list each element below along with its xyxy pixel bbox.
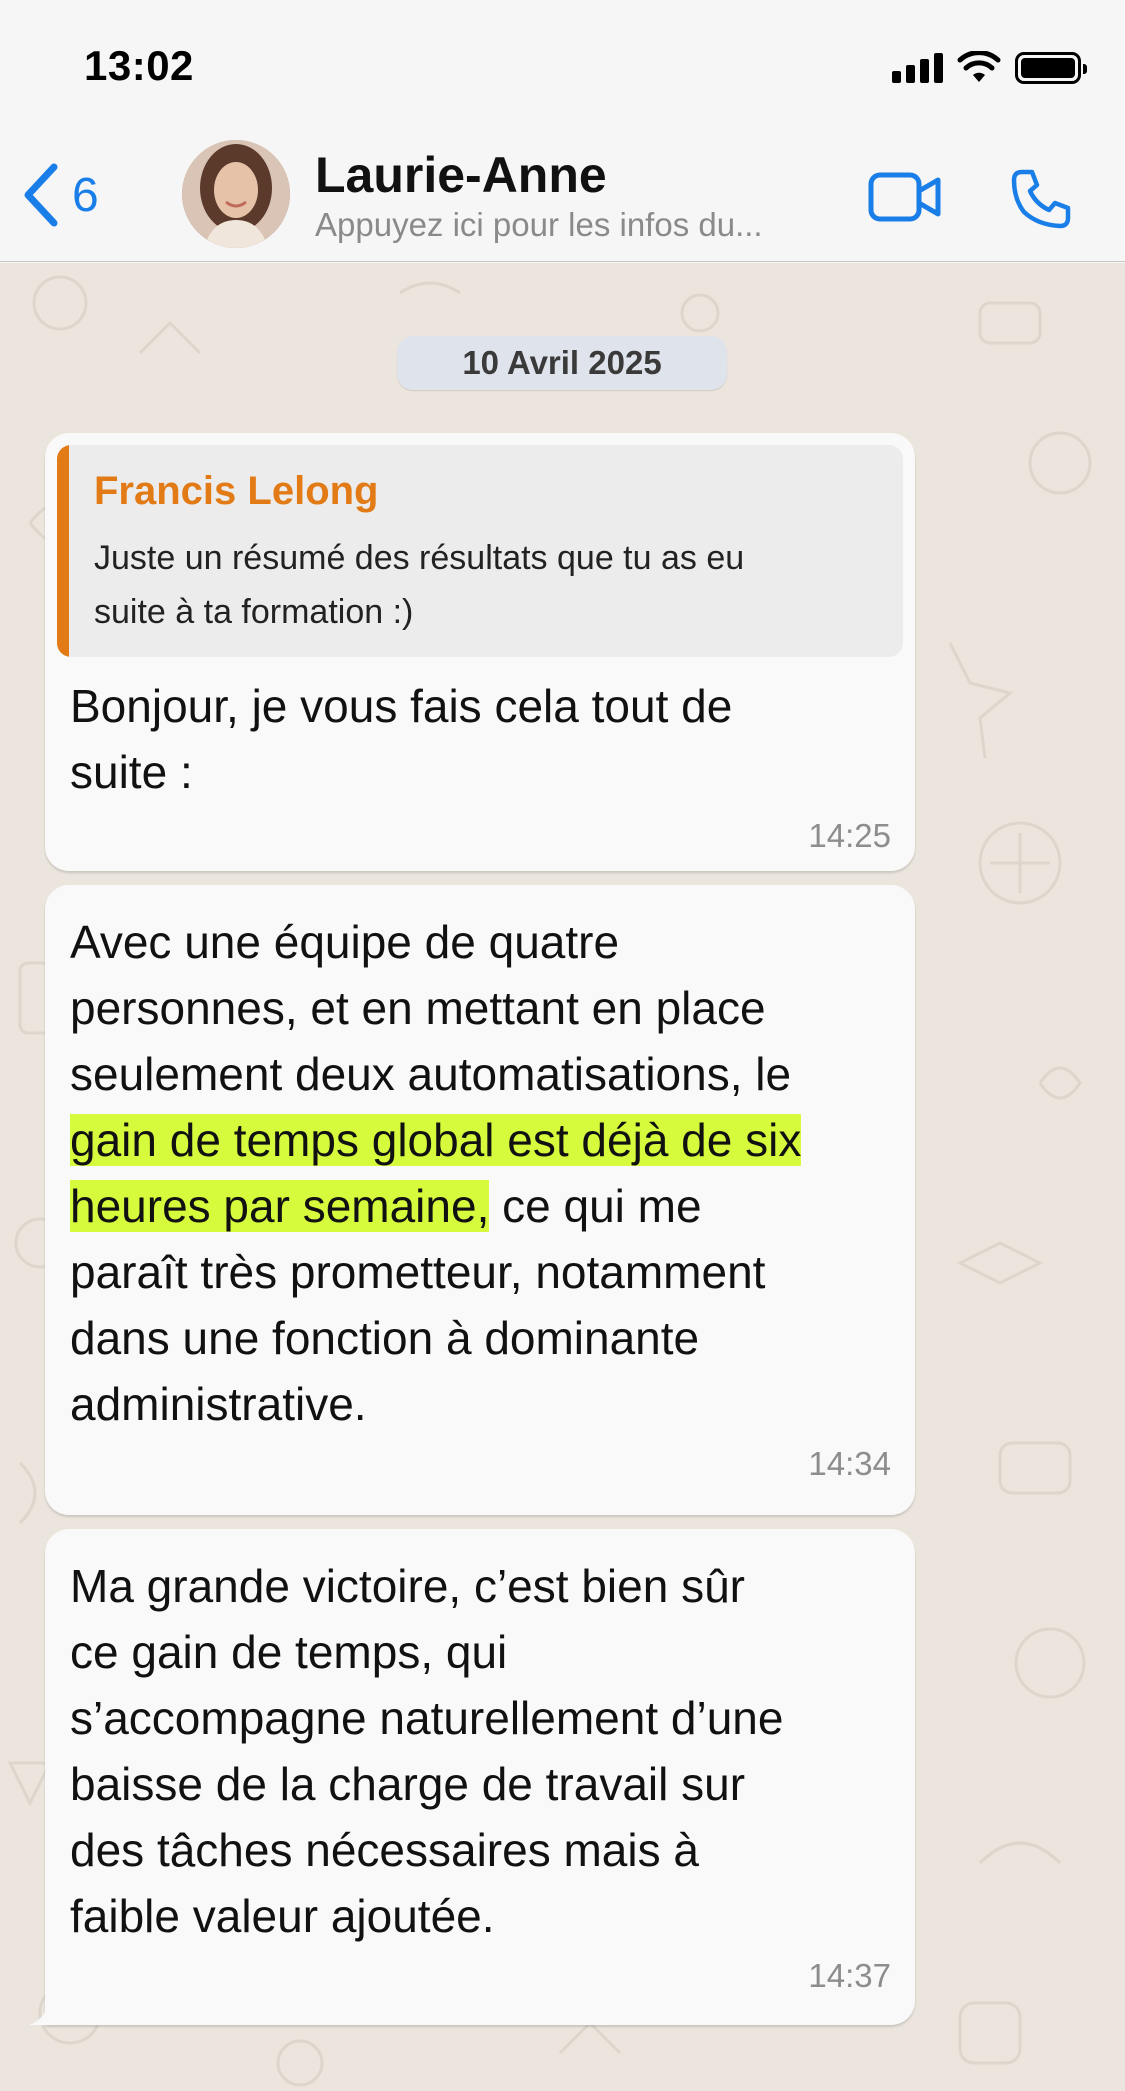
contact-info-hint[interactable]: Appuyez ici pour les infos du...	[315, 206, 835, 244]
chevron-left-icon	[24, 163, 58, 227]
message-line: Ma grande victoire, c’est bien sûr	[70, 1560, 745, 1612]
status-time: 13:02	[84, 42, 194, 89]
message-line: gain de temps global est déjà de six	[70, 1107, 900, 1173]
message-text: Ma grande victoire, c’est bien sûr ce ga…	[70, 1553, 900, 1949]
message-line: Bonjour, je vous fais cela tout de	[70, 680, 733, 732]
quote-text-line: Juste un résumé des résultats que tu as …	[94, 539, 745, 577]
contact-name[interactable]: Laurie-Anne	[315, 146, 607, 204]
message-line: heures par semaine, ce qui me	[70, 1173, 900, 1239]
phone-icon	[1011, 169, 1071, 229]
wifi-icon	[957, 51, 1001, 82]
bubble-tail	[29, 1995, 59, 2025]
message-line: administrative.	[70, 1378, 367, 1430]
message-line: seulement deux automatisations, le	[70, 1048, 792, 1100]
battery-icon	[1015, 52, 1087, 84]
message-timestamp: 14:34	[808, 1445, 891, 1482]
message-timestamp: 14:37	[808, 1957, 891, 1994]
voice-call-button[interactable]	[1010, 168, 1072, 235]
quote-author: Francis Lelong	[94, 469, 379, 513]
message-text: Bonjour, je vous fais cela tout de suite…	[70, 673, 900, 805]
message-line: ce gain de temps, qui	[70, 1626, 508, 1678]
status-bar: 13:02	[0, 0, 1125, 130]
video-camera-icon	[868, 172, 941, 222]
avatar[interactable]	[182, 140, 290, 248]
unread-count: 6	[72, 168, 99, 222]
message-line: suite :	[70, 746, 193, 798]
message-line: dans une fonction à dominante	[70, 1312, 700, 1364]
quote-accent-bar	[57, 445, 69, 657]
status-icons	[892, 48, 1087, 88]
signal-icon	[892, 53, 943, 83]
message-line: des tâches nécessaires mais à	[70, 1824, 699, 1876]
message-text: Avec une équipe de quatre personnes, et …	[70, 909, 900, 1437]
message-line: baisse de la charge de travail sur	[70, 1758, 746, 1810]
message-fragment: ce qui me	[489, 1180, 702, 1232]
quote-text-line: suite à ta formation :)	[94, 593, 414, 631]
video-call-button[interactable]	[868, 170, 942, 229]
message-bubble[interactable]: Avec une équipe de quatre personnes, et …	[45, 885, 915, 1515]
message-line: Avec une équipe de quatre	[70, 916, 620, 968]
quoted-message[interactable]: Francis Lelong Juste un résumé des résul…	[57, 445, 903, 657]
quote-text: Juste un résumé des résultats que tu as …	[94, 531, 894, 639]
back-button[interactable]: 6	[22, 150, 99, 240]
highlighted-text: heures par semaine,	[70, 1180, 490, 1232]
chat-header: 6 Laurie-Anne Appuyez ici pour les infos…	[0, 130, 1125, 262]
message-bubble[interactable]: Ma grande victoire, c’est bien sûr ce ga…	[29, 1529, 915, 2025]
message-line: faible valeur ajoutée.	[70, 1890, 495, 1942]
chat-area[interactable]: 10 Avril 2025 Francis Lelong Juste un ré…	[0, 263, 1125, 2091]
message-timestamp: 14:25	[808, 817, 891, 854]
highlighted-text: gain de temps global est déjà de six	[70, 1114, 802, 1166]
message-line: personnes, et en mettant en place	[70, 982, 766, 1034]
message-line: s’accompagne naturellement d’une	[70, 1692, 784, 1744]
date-separator: 10 Avril 2025	[397, 336, 727, 390]
message-bubble[interactable]: Francis Lelong Juste un résumé des résul…	[45, 433, 915, 871]
message-line: paraît très prometteur, notamment	[70, 1246, 766, 1298]
